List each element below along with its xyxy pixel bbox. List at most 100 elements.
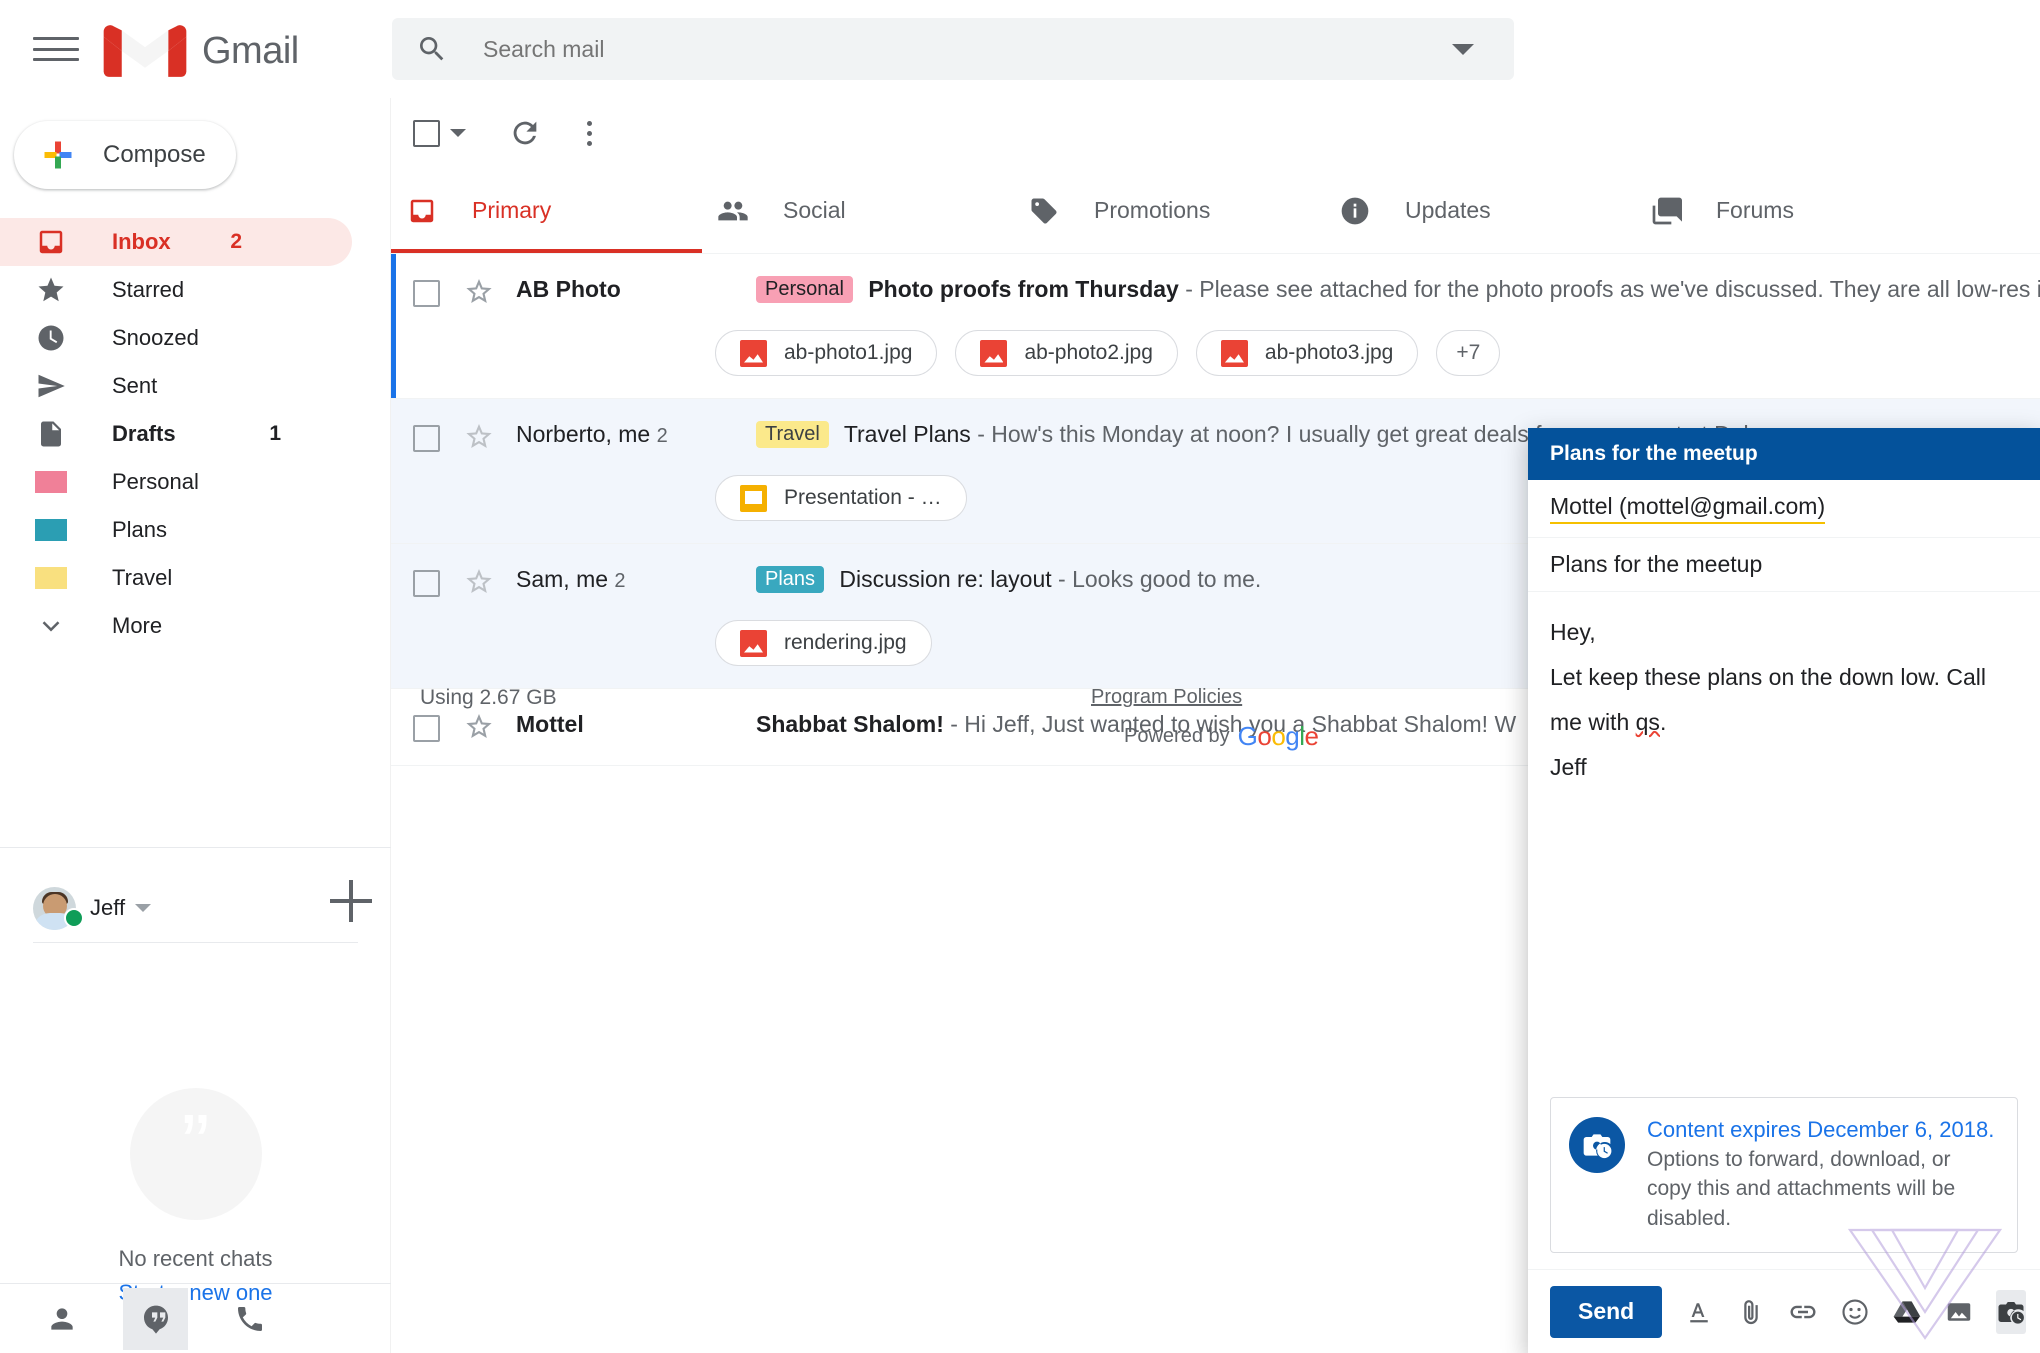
- status-badge[interactable]: Plans: [756, 566, 825, 593]
- compose-button[interactable]: Compose: [14, 121, 236, 189]
- hangouts-user-divider: [33, 942, 358, 943]
- sidebar-item-sent[interactable]: Sent: [0, 362, 391, 410]
- document-icon: [33, 416, 69, 452]
- attachment-chip[interactable]: Presentation - …: [715, 475, 967, 521]
- compose-plus-icon: [44, 141, 72, 169]
- send-icon: [33, 368, 69, 404]
- format-text-icon[interactable]: [1684, 1294, 1714, 1330]
- attachment-chip-list: ab-photo1.jpg ab-photo2.jpg ab-photo3.jp…: [391, 316, 2040, 398]
- search-icon: [420, 37, 444, 61]
- menu-icon[interactable]: [33, 32, 79, 66]
- send-button[interactable]: Send: [1550, 1285, 1663, 1338]
- notice-title: Content expires December 6, 2018.: [1647, 1116, 1995, 1142]
- people-icon: [716, 194, 750, 228]
- storage-usage-label: Using 2.67 GB: [420, 686, 557, 709]
- sidebar-item-count: 2: [230, 230, 242, 253]
- sidebar-item-travel[interactable]: Travel: [0, 554, 391, 602]
- no-recent-chats-empty-state: No recent chats Start a new one: [0, 1088, 391, 1306]
- insert-emoji-icon[interactable]: [1840, 1294, 1870, 1330]
- sidebar-item-more[interactable]: More: [0, 602, 391, 650]
- select-all-checkbox[interactable]: [413, 119, 466, 147]
- sidebar-item-personal[interactable]: Personal: [0, 458, 391, 506]
- body-text: Let keep these plans on the down low. Ca…: [1550, 663, 1987, 735]
- star-icon: [33, 272, 69, 308]
- hangouts-tab-chat[interactable]: [123, 1287, 188, 1350]
- sidebar-item-drafts[interactable]: Drafts 1: [0, 410, 391, 458]
- top-header-bar: Gmail: [0, 0, 2040, 98]
- attachment-chip-overflow[interactable]: +7: [1436, 330, 1501, 376]
- attachment-chip[interactable]: ab-photo1.jpg: [715, 330, 938, 376]
- compose-body[interactable]: Hey, Let keep these plans on the down lo…: [1528, 592, 2040, 1097]
- select-all-chevron-down-icon[interactable]: [450, 129, 466, 137]
- hangouts-tab-phone[interactable]: [217, 1288, 282, 1350]
- more-options-icon[interactable]: [572, 116, 606, 150]
- compose-window-header[interactable]: Plans for the meetup: [1528, 428, 2040, 480]
- row-sender: Sam, me 2: [516, 566, 756, 593]
- inbox-category-tabs: Primary Social Promotions Updates Forums: [391, 168, 2040, 254]
- refresh-icon[interactable]: [508, 116, 542, 150]
- row-checkbox[interactable]: [413, 280, 440, 307]
- row-checkbox[interactable]: [413, 425, 440, 452]
- attach-file-icon[interactable]: [1736, 1294, 1766, 1330]
- image-file-icon: [1220, 339, 1248, 367]
- star-icon[interactable]: [463, 421, 495, 453]
- sidebar-item-label: Travel: [112, 565, 173, 590]
- hangouts-status-chevron-down-icon[interactable]: [135, 904, 152, 912]
- sidebar-item-inbox[interactable]: Inbox 2: [0, 218, 352, 266]
- tab-updates[interactable]: Updates: [1324, 168, 1635, 253]
- tab-social[interactable]: Social: [702, 168, 1013, 253]
- tab-label: Promotions: [1094, 197, 1211, 223]
- gmail-envelope-icon: [103, 25, 187, 77]
- checkbox-box: [413, 119, 440, 147]
- gmail-logo[interactable]: Gmail: [103, 20, 299, 82]
- table-row[interactable]: AB Photo Personal Photo proofs from Thur…: [391, 254, 2040, 399]
- hangouts-tab-contacts[interactable]: [29, 1288, 94, 1350]
- hangouts-user-row[interactable]: Jeff: [33, 877, 358, 939]
- tag-icon: [1027, 194, 1061, 228]
- attachment-chip[interactable]: ab-photo3.jpg: [1195, 330, 1419, 376]
- subject-text: Photo proofs from Thursday: [868, 276, 1179, 302]
- snippet-text: - Looks good to me.: [1058, 566, 1262, 592]
- tab-primary[interactable]: Primary: [391, 168, 702, 253]
- insert-photo-icon[interactable]: [1944, 1294, 1974, 1330]
- inbox-icon: [405, 194, 439, 228]
- tab-label: Forums: [1716, 197, 1794, 223]
- status-badge[interactable]: Travel: [756, 421, 829, 448]
- sidebar-item-starred[interactable]: Starred: [0, 266, 391, 314]
- contacts-icon: [50, 1307, 73, 1330]
- recipient-chip[interactable]: Mottel (mottel@gmail.com): [1550, 493, 1826, 524]
- search-input[interactable]: [483, 35, 1452, 63]
- sidebar-item-label: Drafts: [112, 421, 176, 446]
- row-checkbox[interactable]: [413, 570, 440, 597]
- phone-icon: [237, 1306, 262, 1331]
- sidebar-item-label: Inbox: [112, 229, 171, 254]
- confidential-mode-icon[interactable]: [1996, 1289, 2027, 1334]
- sidebar-item-label: Starred: [112, 277, 185, 302]
- tab-forums[interactable]: Forums: [1635, 168, 1946, 253]
- image-file-icon: [980, 339, 1008, 367]
- star-icon[interactable]: [463, 276, 495, 308]
- row-sender: AB Photo: [516, 276, 756, 303]
- status-badge[interactable]: Personal: [756, 276, 853, 303]
- insert-link-icon[interactable]: [1788, 1294, 1818, 1330]
- sidebar: Compose Inbox 2 Starred Snoozed Sent Dra…: [0, 98, 391, 1353]
- compose-to-field[interactable]: Mottel (mottel@gmail.com): [1528, 480, 2040, 538]
- star-icon[interactable]: [463, 566, 495, 598]
- search-options-chevron-down-icon[interactable]: [1452, 43, 1474, 55]
- subject-input[interactable]: Plans for the meetup: [1550, 551, 1762, 577]
- presence-indicator: [64, 908, 84, 928]
- program-policies-link[interactable]: Program Policies: [1091, 686, 1242, 709]
- attachment-name: ab-photo3.jpg: [1264, 341, 1394, 364]
- image-file-icon: [740, 339, 767, 367]
- google-drive-icon[interactable]: [1892, 1294, 1922, 1330]
- sidebar-item-snoozed[interactable]: Snoozed: [0, 314, 391, 362]
- tab-promotions[interactable]: Promotions: [1013, 168, 1324, 253]
- confidential-mode-notice: Content expires December 6, 2018. Option…: [1550, 1096, 2018, 1253]
- compose-subject-field[interactable]: Plans for the meetup: [1528, 538, 2040, 592]
- new-conversation-plus-icon[interactable]: [330, 880, 372, 922]
- attachment-overflow-count: +7: [1456, 341, 1481, 364]
- search-bar[interactable]: [392, 18, 1514, 80]
- confidential-notice-text: Content expires December 6, 2018. Option…: [1647, 1117, 1999, 1233]
- sidebar-item-plans[interactable]: Plans: [0, 506, 391, 554]
- attachment-chip[interactable]: ab-photo2.jpg: [955, 330, 1178, 376]
